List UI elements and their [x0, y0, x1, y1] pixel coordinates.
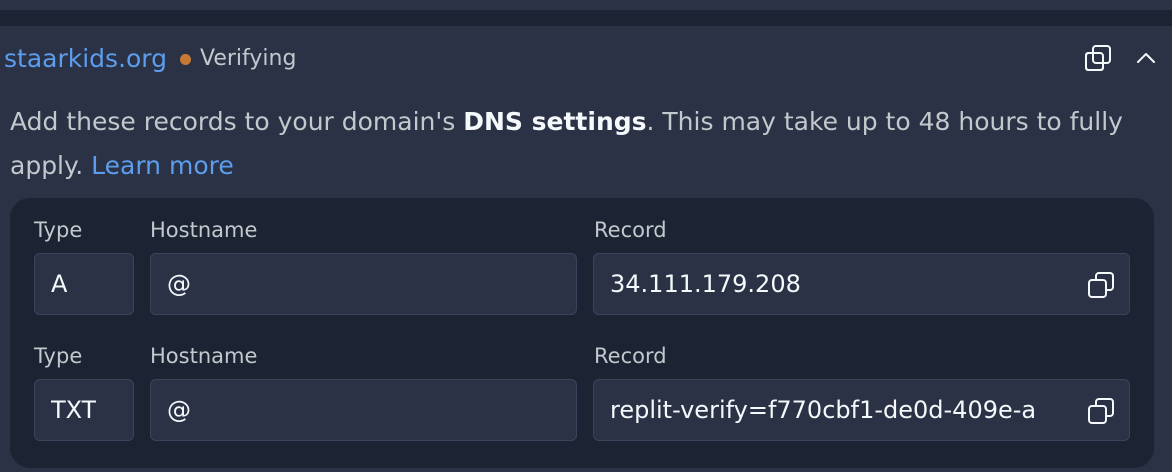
- record-value-field[interactable]: replit-verify=f770cbf1-de0d-409e-a: [593, 379, 1130, 441]
- copy-record-button[interactable]: [1085, 269, 1117, 301]
- dns-instructions: Add these records to your domain's DNS s…: [10, 100, 1150, 188]
- status-badge: Verifying: [200, 46, 297, 71]
- previous-section: [0, 0, 1172, 10]
- domain-name-link[interactable]: staarkids.org: [4, 42, 167, 76]
- dns-records-card: Type Hostname Record A @ 34.111.179.208 …: [10, 198, 1154, 468]
- record-value: replit-verify=f770cbf1-de0d-409e-a: [610, 396, 1037, 424]
- record-label: Record: [594, 344, 667, 368]
- dns-settings-emphasis: DNS settings: [463, 107, 647, 136]
- record-type-field[interactable]: A: [34, 253, 134, 315]
- record-type-field[interactable]: TXT: [34, 379, 134, 441]
- copy-domain-button[interactable]: [1082, 42, 1114, 74]
- copy-record-button[interactable]: [1085, 395, 1117, 427]
- type-label: Type: [34, 344, 83, 368]
- hostname-label: Hostname: [150, 344, 258, 368]
- status-dot-icon: [180, 54, 191, 65]
- instructions-text-start: Add these records to your domain's: [10, 107, 464, 136]
- record-value-field[interactable]: 34.111.179.208: [593, 253, 1130, 315]
- hostname-value: @: [167, 396, 191, 424]
- record-value: 34.111.179.208: [610, 270, 801, 298]
- domain-header: [0, 26, 1172, 92]
- hostname-value: @: [167, 270, 191, 298]
- learn-more-link[interactable]: Learn more: [91, 151, 234, 180]
- record-type-value: TXT: [51, 396, 97, 424]
- section-divider: [0, 10, 1172, 26]
- copy-icon: [1088, 398, 1114, 424]
- hostname-field[interactable]: @: [150, 253, 577, 315]
- hostname-label: Hostname: [150, 218, 258, 242]
- copy-icon: [1085, 45, 1111, 71]
- copy-icon: [1088, 272, 1114, 298]
- record-type-value: A: [51, 270, 68, 298]
- record-label: Record: [594, 218, 667, 242]
- hostname-field[interactable]: @: [150, 379, 577, 441]
- chevron-up-icon: [1137, 53, 1155, 63]
- collapse-button[interactable]: [1130, 42, 1162, 74]
- type-label: Type: [34, 218, 83, 242]
